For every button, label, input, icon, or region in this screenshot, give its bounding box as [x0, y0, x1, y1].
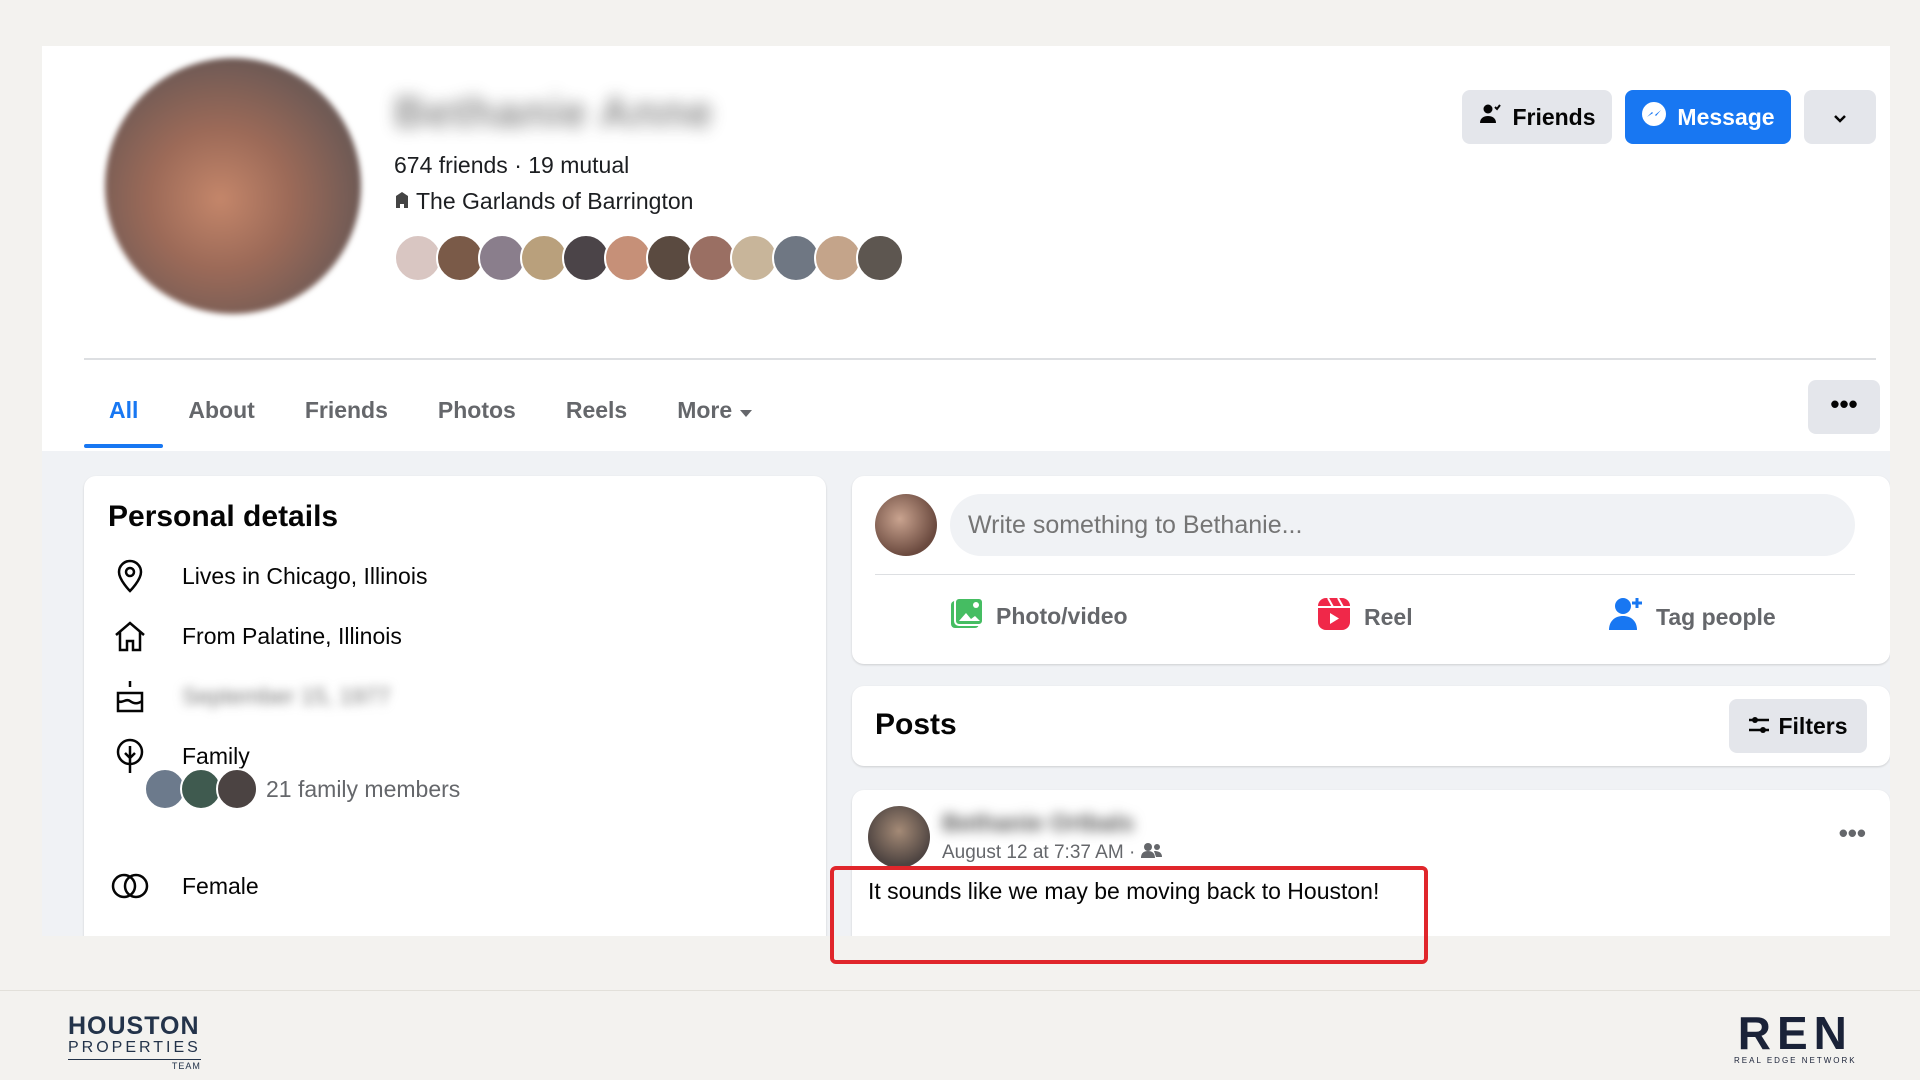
gender-icon: [108, 866, 152, 906]
photo-video-button[interactable]: Photo/video: [948, 596, 1128, 636]
friend-avatar[interactable]: [814, 234, 862, 282]
posts-title: Posts: [875, 708, 957, 741]
ren-logo-mark: REN: [1737, 1007, 1853, 1059]
tab-more[interactable]: More: [652, 380, 777, 450]
tab-friends[interactable]: Friends: [280, 380, 413, 450]
detail-birthday-text: September 15, 1977: [182, 682, 391, 709]
family-members-link[interactable]: 21 family members: [144, 768, 460, 810]
friend-avatar[interactable]: [730, 234, 778, 282]
reel-button[interactable]: Reel: [1316, 596, 1413, 638]
tab-reels[interactable]: Reels: [541, 380, 652, 450]
friends-audience-icon: [1141, 842, 1163, 864]
detail-birthday: September 15, 1977: [108, 676, 390, 716]
profile-header: Bethanie Anne 674 friends · 19 mutual Th…: [42, 46, 1890, 451]
message-button-label: Message: [1677, 103, 1775, 130]
photo-video-label: Photo/video: [996, 602, 1128, 629]
friend-avatar[interactable]: [856, 234, 904, 282]
personal-details-card: Personal details Lives in Chicago, Illin…: [84, 476, 826, 936]
composer-avatar[interactable]: [875, 494, 937, 556]
ellipsis-icon: •••: [1830, 389, 1858, 419]
tag-people-label: Tag people: [1656, 603, 1776, 630]
ren-logo-tagline: REAL EDGE NETWORK: [1734, 1056, 1857, 1065]
detail-from-text[interactable]: From Palatine, Illinois: [182, 623, 402, 650]
composer-input[interactable]: [950, 494, 1855, 556]
ren-logo: REN REAL EDGE NETWORK: [1734, 1010, 1857, 1065]
post-meta: August 12 at 7:37 AM ·: [942, 842, 1163, 864]
profile-screenshot: Bethanie Anne 674 friends · 19 mutual Th…: [42, 46, 1890, 936]
header-divider: [84, 358, 1876, 360]
reel-icon: [1316, 596, 1352, 638]
detail-lives-text[interactable]: Lives in Chicago, Illinois: [182, 563, 427, 590]
chevron-down-icon: [1832, 104, 1848, 131]
profile-avatar[interactable]: [105, 58, 361, 314]
houston-properties-logo: HOUSTON PROPERTIES TEAM: [68, 1012, 201, 1071]
sliders-icon: [1748, 713, 1770, 740]
family-avatar: [216, 768, 258, 810]
friend-avatar[interactable]: [772, 234, 820, 282]
tab-ellipsis-button[interactable]: •••: [1808, 380, 1880, 434]
tab-about[interactable]: About: [163, 380, 279, 450]
ellipsis-icon: •••: [1838, 818, 1866, 848]
detail-family-label: Family: [182, 742, 250, 769]
post-options-button[interactable]: •••: [1839, 818, 1866, 849]
messenger-icon: [1641, 101, 1667, 133]
post-composer: Photo/video Reel Tag people: [852, 476, 1890, 664]
post-timestamp[interactable]: August 12 at 7:37 AM ·: [942, 842, 1135, 864]
friend-avatar[interactable]: [604, 234, 652, 282]
friend-avatar-stack[interactable]: [394, 234, 904, 282]
person-check-icon: [1478, 102, 1502, 132]
tag-person-icon: [1608, 596, 1644, 638]
friend-avatar[interactable]: [520, 234, 568, 282]
building-icon: [394, 188, 410, 215]
red-highlight-box: [830, 866, 1428, 964]
filters-label: Filters: [1778, 712, 1848, 739]
cake-icon: [108, 676, 152, 716]
profile-location: The Garlands of Barrington: [394, 188, 693, 215]
friends-button-label: Friends: [1512, 103, 1596, 130]
location-pin-icon: [108, 556, 152, 596]
location-label: The Garlands of Barrington: [416, 188, 694, 214]
composer-divider: [875, 574, 1855, 575]
friend-counts[interactable]: 674 friends · 19 mutual: [394, 152, 629, 179]
friend-avatar[interactable]: [436, 234, 484, 282]
detail-from: From Palatine, Illinois: [108, 616, 402, 656]
detail-gender: Female: [108, 866, 259, 906]
friend-avatar[interactable]: [688, 234, 736, 282]
profile-name: Bethanie Anne: [394, 88, 714, 137]
photo-icon: [948, 596, 984, 636]
tag-people-button[interactable]: Tag people: [1608, 596, 1776, 638]
posts-header-card: Posts Filters: [852, 686, 1890, 766]
tab-photos[interactable]: Photos: [413, 380, 541, 450]
footer-divider: [0, 990, 1920, 991]
home-icon: [108, 616, 152, 656]
friend-avatar[interactable]: [646, 234, 694, 282]
family-members-count: 21 family members: [266, 775, 461, 802]
logo-line-houston: HOUSTON: [68, 1012, 200, 1040]
logo-line-team: TEAM: [68, 1059, 201, 1071]
friend-avatar[interactable]: [478, 234, 526, 282]
message-button[interactable]: Message: [1625, 90, 1791, 144]
post-author-name[interactable]: Bethanie Ortbals: [942, 810, 1134, 838]
tab-all[interactable]: All: [84, 380, 164, 450]
personal-details-title: Personal details: [108, 500, 339, 533]
filters-button[interactable]: Filters: [1729, 699, 1867, 753]
detail-lives: Lives in Chicago, Illinois: [108, 556, 427, 596]
post-author-avatar[interactable]: [868, 806, 930, 868]
more-actions-button[interactable]: [1804, 90, 1876, 144]
friends-button[interactable]: Friends: [1462, 90, 1612, 144]
detail-gender-text: Female: [182, 872, 259, 899]
caret-down-icon: [739, 397, 753, 423]
friend-avatar[interactable]: [562, 234, 610, 282]
friend-avatar[interactable]: [394, 234, 442, 282]
profile-tabs: All About Friends Photos Reels More: [84, 380, 778, 450]
reel-label: Reel: [1364, 603, 1413, 630]
logo-line-properties: PROPERTIES: [68, 1039, 201, 1056]
tab-more-label: More: [677, 397, 733, 423]
